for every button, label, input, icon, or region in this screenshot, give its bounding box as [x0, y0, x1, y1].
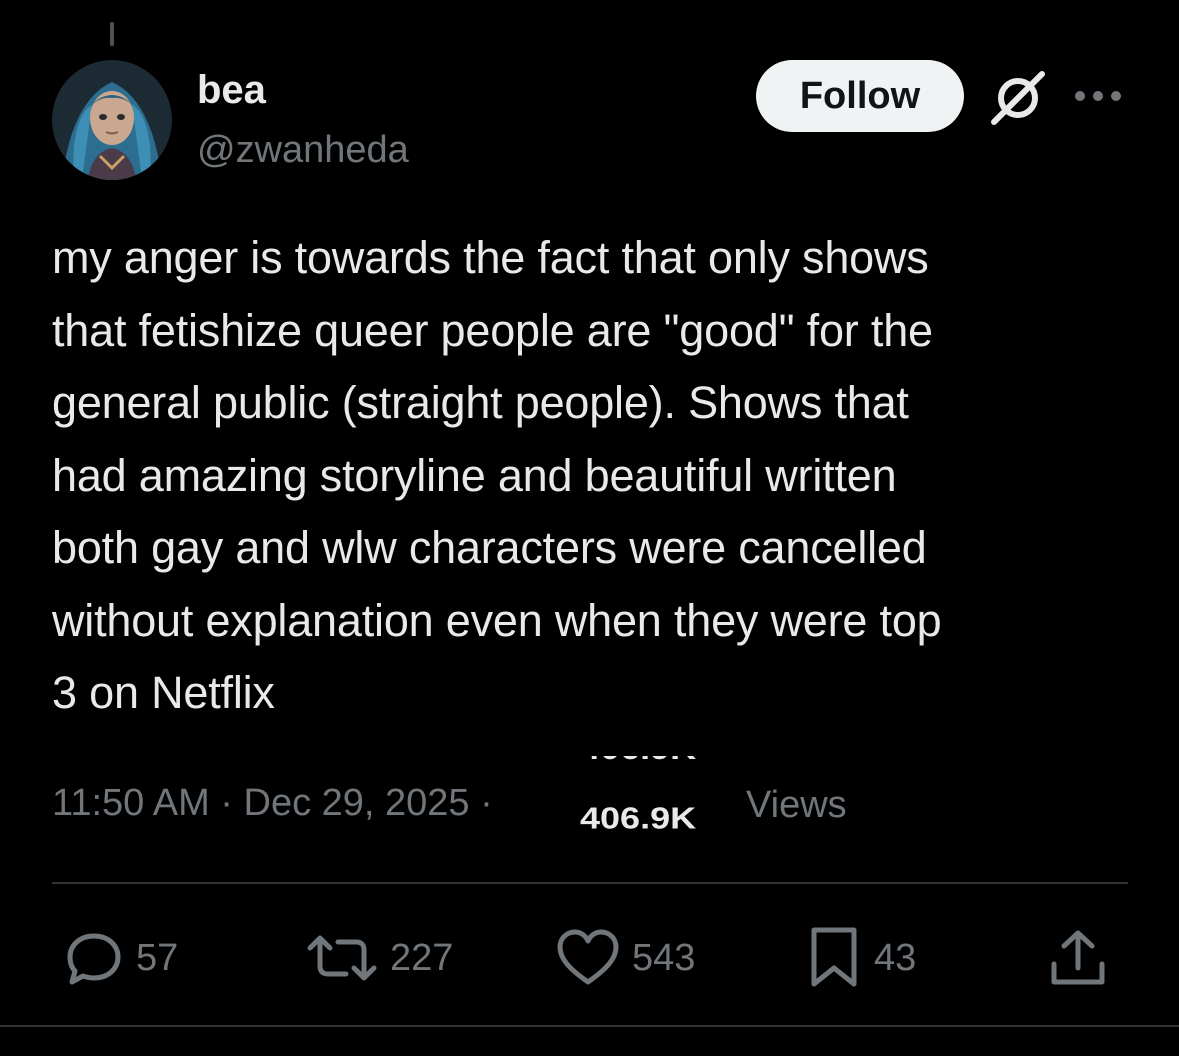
display-name[interactable]: bea	[197, 62, 266, 118]
tweet-text: my anger is towards the fact that only s…	[52, 232, 942, 718]
thread-connector-line	[110, 22, 114, 46]
like-count: 543	[632, 937, 696, 979]
reply-icon	[67, 933, 121, 985]
more-icon[interactable]	[1072, 82, 1124, 110]
divider	[0, 1025, 1179, 1027]
repost-button[interactable]: 227	[306, 926, 453, 990]
grok-icon[interactable]	[988, 68, 1048, 128]
user-handle[interactable]: @zwanheda	[197, 124, 409, 176]
repost-count: 227	[390, 937, 454, 979]
views-count-value: 406.9K	[580, 800, 697, 836]
share-button[interactable]	[1046, 926, 1110, 990]
like-button[interactable]: 543	[556, 926, 695, 990]
share-icon	[1051, 930, 1105, 985]
bookmark-count: 43	[874, 937, 917, 979]
follow-button[interactable]: Follow	[756, 60, 964, 132]
views-label: Views	[746, 784, 847, 826]
tweet-timestamp[interactable]: 11:50 AM · Dec 29, 2025 ·	[52, 778, 493, 828]
bookmark-icon	[811, 927, 857, 987]
views-count-ghost: 406.9K	[580, 756, 696, 770]
avatar[interactable]	[52, 60, 172, 180]
heart-icon	[557, 929, 619, 985]
repost-icon	[307, 935, 377, 981]
reply-count: 57	[136, 937, 179, 979]
divider	[52, 882, 1128, 884]
reply-button[interactable]: 57	[64, 926, 178, 990]
bookmark-button[interactable]: 43	[806, 926, 916, 990]
views-count: 406.9K 406.9K	[580, 756, 740, 836]
